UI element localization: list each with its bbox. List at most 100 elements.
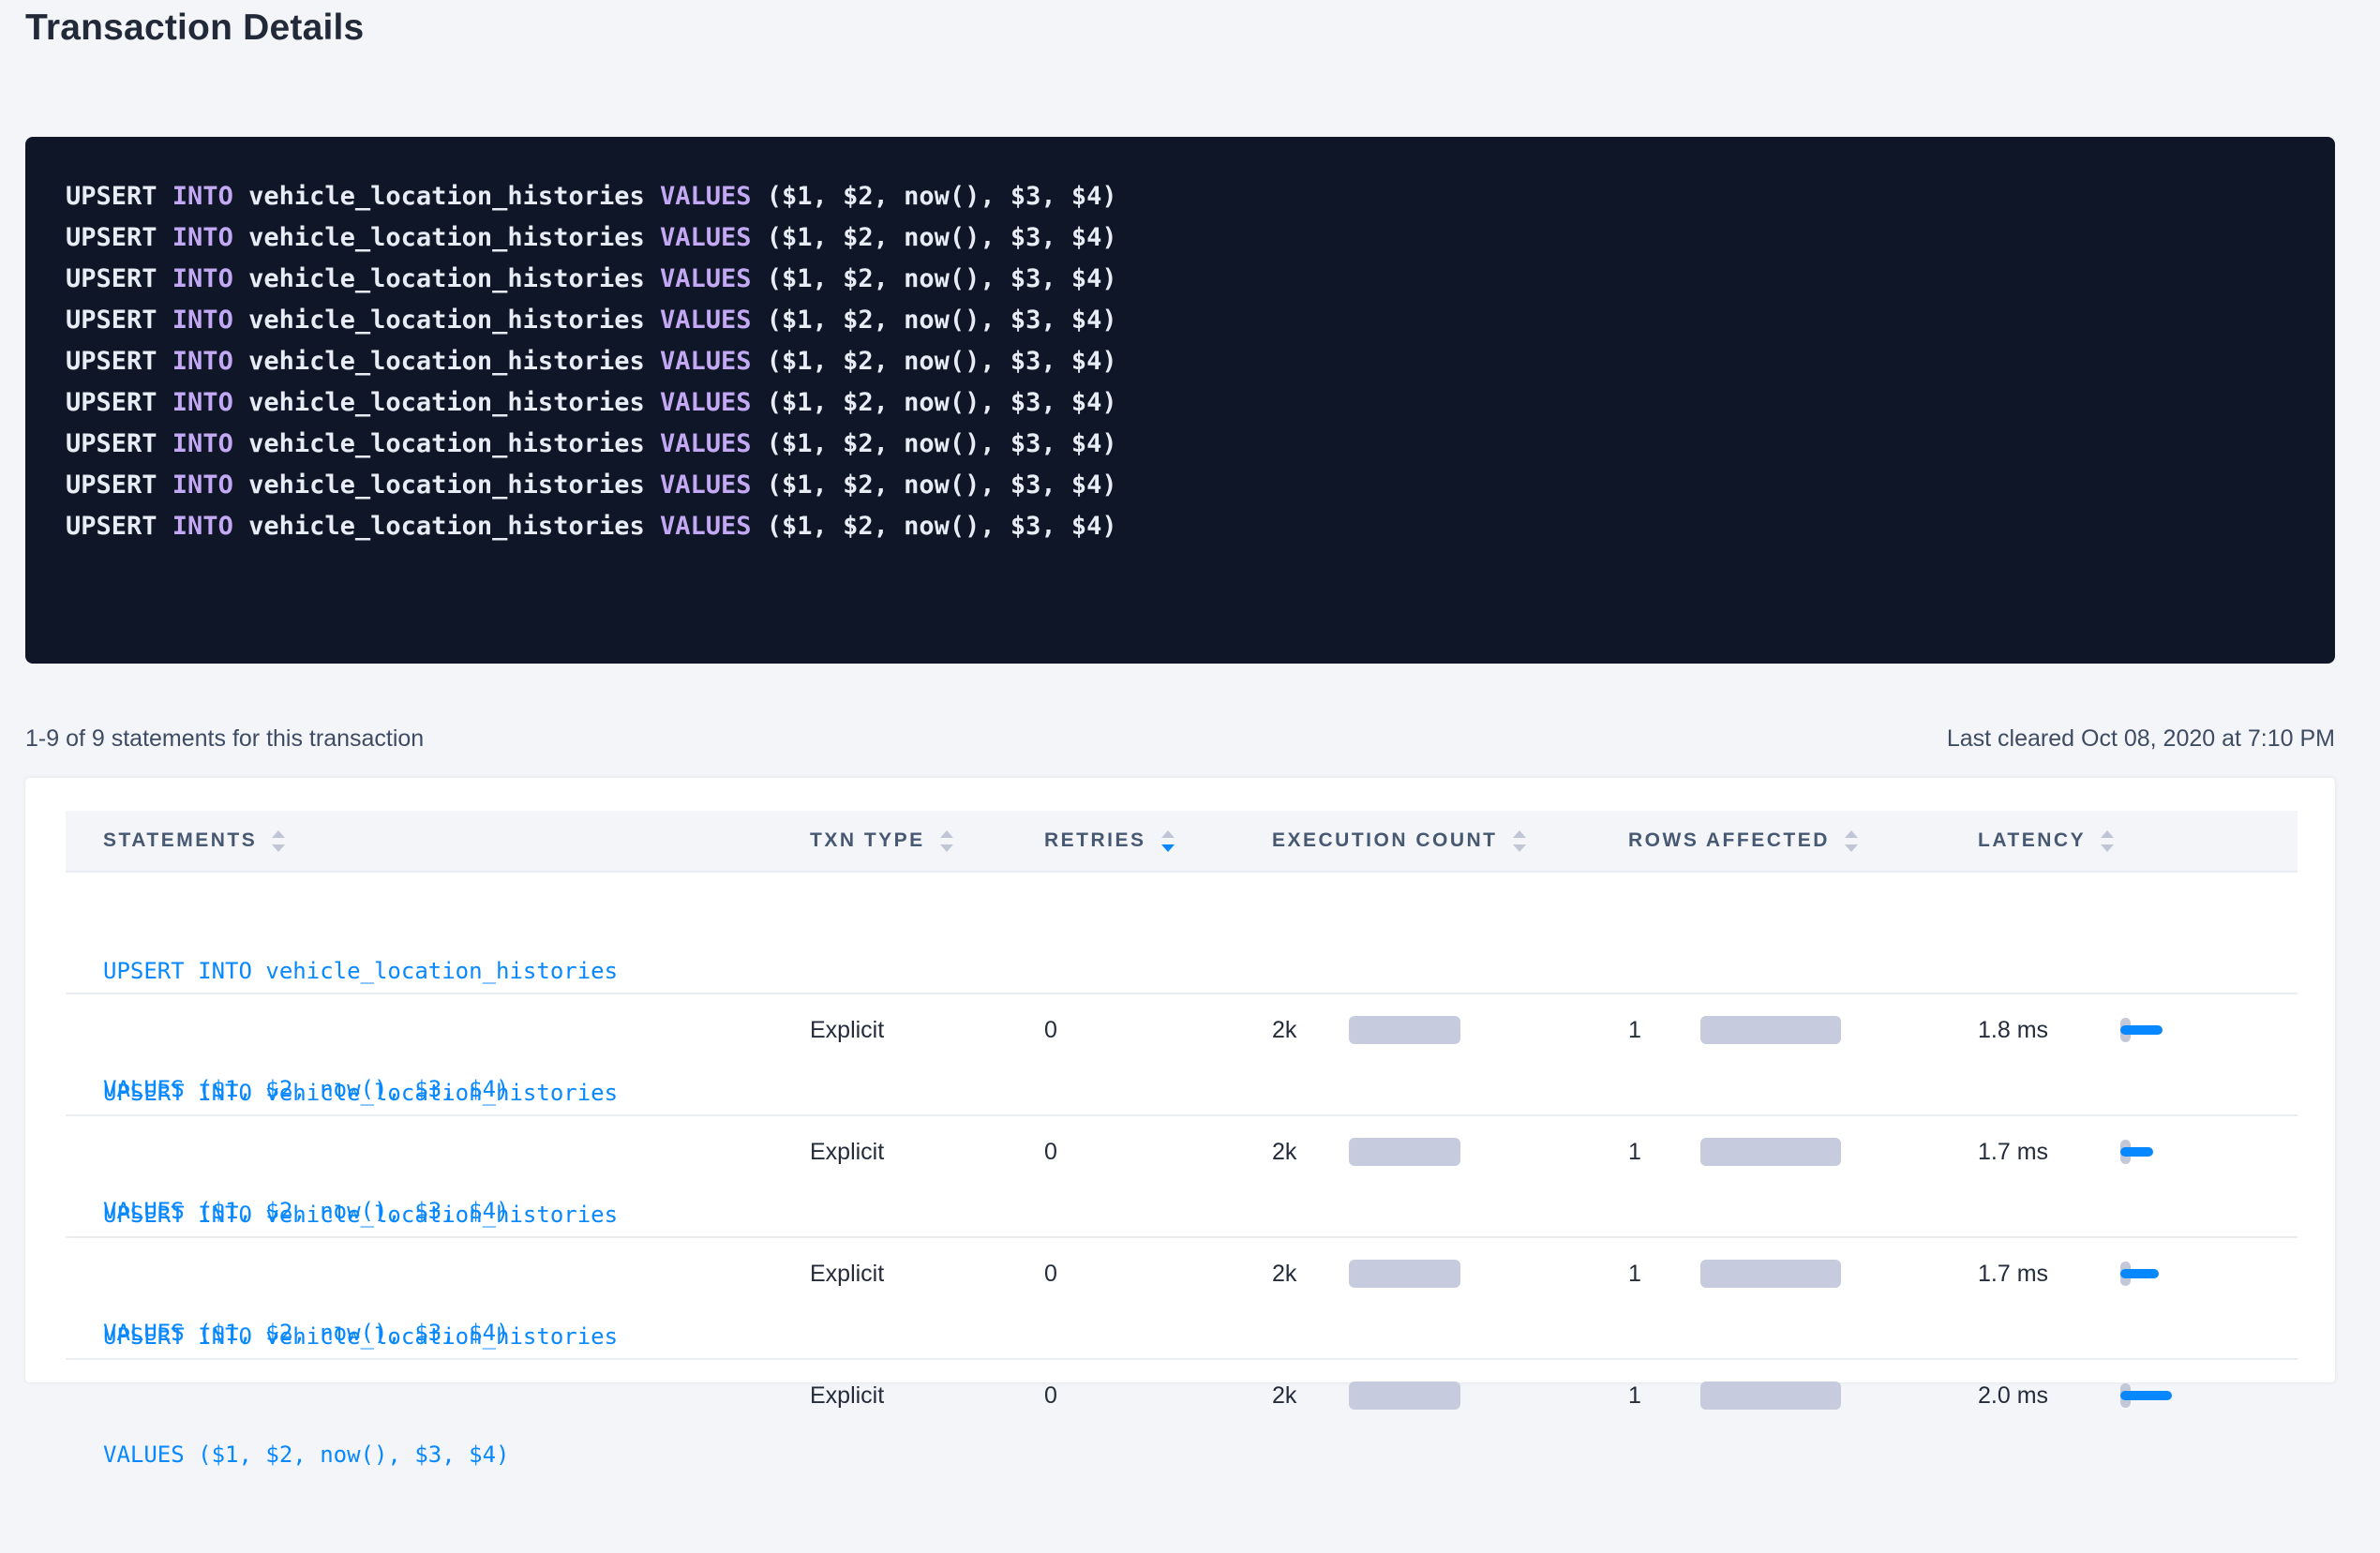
sql-code-line: UPSERT INTO vehicle_location_histories V… <box>66 217 2313 259</box>
statement-link[interactable]: UPSERT INTO vehicle_location_histories V… <box>66 1238 810 1553</box>
column-header-label: LATENCY <box>1978 829 2086 852</box>
latency-value: 2.0 ms <box>1978 1382 2120 1410</box>
sql-keyword: INTO <box>172 512 233 541</box>
sql-keyword: VALUES <box>660 223 752 252</box>
column-header-execution-count[interactable]: EXECUTION COUNT <box>1272 829 1628 852</box>
column-header-statements[interactable]: STATEMENTS <box>66 829 810 852</box>
sql-code-line: UPSERT INTO vehicle_location_histories V… <box>66 424 2313 465</box>
sql-text: ($1, $2, now(), $3, $4) <box>752 512 1117 541</box>
sql-code-line: UPSERT INTO vehicle_location_histories V… <box>66 259 2313 300</box>
table-row: UPSERT INTO vehicle_location_histories V… <box>66 1238 2298 1360</box>
sql-keyword: INTO <box>172 182 233 211</box>
execution-count-value: 2k <box>1272 1139 1349 1166</box>
latency-cell: 1.7 ms <box>1978 1253 2298 1294</box>
latency-cell: 1.8 ms <box>1978 1009 2298 1051</box>
latency-bar <box>2120 1025 2163 1035</box>
sort-down-icon <box>1845 844 1858 852</box>
sql-code-line: UPSERT INTO vehicle_location_histories V… <box>66 341 2313 382</box>
txn-type-cell: Explicit <box>810 1017 1044 1044</box>
sql-text: UPSERT <box>66 306 172 335</box>
sort-icon <box>940 830 953 852</box>
transaction-details-page: { "title": "Transaction Details", "sql_b… <box>0 0 2380 1359</box>
sql-text: UPSERT <box>66 347 172 376</box>
latency-value: 1.8 ms <box>1978 1017 2120 1044</box>
sort-up-icon <box>1161 830 1175 838</box>
retries-cell: 0 <box>1044 1261 1272 1288</box>
sort-down-icon <box>1161 844 1175 852</box>
sql-text: UPSERT <box>66 512 172 541</box>
sql-keyword: INTO <box>172 388 233 417</box>
sql-text: UPSERT <box>66 264 172 293</box>
sort-icon <box>1845 830 1858 852</box>
column-header-txn-type[interactable]: TXN TYPE <box>810 829 1044 852</box>
column-header-label: STATEMENTS <box>103 829 257 852</box>
execution-count-value: 2k <box>1272 1261 1349 1288</box>
execution-count-cell: 2k <box>1272 1381 1628 1410</box>
execution-count-bar <box>1349 1016 1460 1044</box>
sql-text: UPSERT <box>66 182 172 211</box>
sql-text: vehicle_location_histories <box>233 347 660 376</box>
sql-keyword: VALUES <box>660 429 752 458</box>
sql-code-line: UPSERT INTO vehicle_location_histories V… <box>66 506 2313 547</box>
sql-text: ($1, $2, now(), $3, $4) <box>752 306 1117 335</box>
sql-code-line: UPSERT INTO vehicle_location_histories V… <box>66 300 2313 341</box>
sql-keyword: VALUES <box>660 306 752 335</box>
sql-keyword: VALUES <box>660 347 752 376</box>
statements-summary-row: 1-9 of 9 statements for this transaction… <box>25 725 2335 753</box>
sql-text: vehicle_location_histories <box>233 512 660 541</box>
column-header-latency[interactable]: LATENCY <box>1978 829 2298 852</box>
latency-value: 1.7 ms <box>1978 1139 2120 1166</box>
sql-text: vehicle_location_histories <box>233 306 660 335</box>
execution-count-cell: 2k <box>1272 1138 1628 1166</box>
sql-text: vehicle_location_histories <box>233 223 660 252</box>
execution-count-value: 2k <box>1272 1382 1349 1410</box>
sort-icon <box>272 830 285 852</box>
sort-icon <box>1513 830 1526 852</box>
sql-text: ($1, $2, now(), $3, $4) <box>752 388 1117 417</box>
sql-text: ($1, $2, now(), $3, $4) <box>752 347 1117 376</box>
txn-type-cell: Explicit <box>810 1382 1044 1410</box>
sort-down-icon <box>2101 844 2114 852</box>
sort-down-icon <box>940 844 953 852</box>
statement-line-1: UPSERT INTO vehicle_location_histories <box>103 1073 810 1112</box>
sort-icon <box>2101 830 2114 852</box>
sort-up-icon <box>2101 830 2114 838</box>
rows-affected-bar <box>1700 1016 1841 1044</box>
statement-line-1: UPSERT INTO vehicle_location_histories <box>103 1195 810 1234</box>
rows-affected-cell: 1 <box>1628 1016 1978 1044</box>
table-row: UPSERT INTO vehicle_location_histories V… <box>66 873 2298 994</box>
sort-up-icon <box>1513 830 1526 838</box>
statements-table-body: UPSERT INTO vehicle_location_histories V… <box>66 873 2298 1360</box>
sql-text: UPSERT <box>66 429 172 458</box>
column-header-retries[interactable]: RETRIES <box>1044 829 1272 852</box>
sql-code-block: UPSERT INTO vehicle_location_histories V… <box>25 137 2335 664</box>
latency-bar <box>2120 1147 2153 1157</box>
column-header-rows-affected[interactable]: ROWS AFFECTED <box>1628 829 1978 852</box>
execution-count-value: 2k <box>1272 1017 1349 1044</box>
rows-affected-cell: 1 <box>1628 1138 1978 1166</box>
sql-keyword: VALUES <box>660 470 752 500</box>
statements-table-header: STATEMENTS TXN TYPE RETRIES EXECUTION CO… <box>66 811 2298 873</box>
sql-text: UPSERT <box>66 470 172 500</box>
sql-keyword: VALUES <box>660 182 752 211</box>
column-header-label: EXECUTION COUNT <box>1272 829 1498 852</box>
latency-cell: 1.7 ms <box>1978 1131 2298 1172</box>
execution-count-cell: 2k <box>1272 1016 1628 1044</box>
sql-keyword: INTO <box>172 429 233 458</box>
sql-keyword: VALUES <box>660 388 752 417</box>
sql-keyword: INTO <box>172 347 233 376</box>
rows-affected-bar <box>1700 1260 1841 1288</box>
rows-affected-value: 1 <box>1628 1382 1700 1410</box>
sql-text: ($1, $2, now(), $3, $4) <box>752 429 1117 458</box>
statements-table-card: STATEMENTS TXN TYPE RETRIES EXECUTION CO… <box>25 778 2335 1382</box>
sort-up-icon <box>940 830 953 838</box>
latency-cell: 2.0 ms <box>1978 1375 2298 1416</box>
statement-line-2: VALUES ($1, $2, now(), $3, $4) <box>103 1435 810 1474</box>
sql-code-line: UPSERT INTO vehicle_location_histories V… <box>66 176 2313 217</box>
latency-barchart <box>2120 1253 2298 1294</box>
sort-down-icon <box>272 844 285 852</box>
rows-affected-bar <box>1700 1138 1841 1166</box>
execution-count-bar <box>1349 1138 1460 1166</box>
sort-up-icon <box>272 830 285 838</box>
table-row: UPSERT INTO vehicle_location_histories V… <box>66 994 2298 1116</box>
